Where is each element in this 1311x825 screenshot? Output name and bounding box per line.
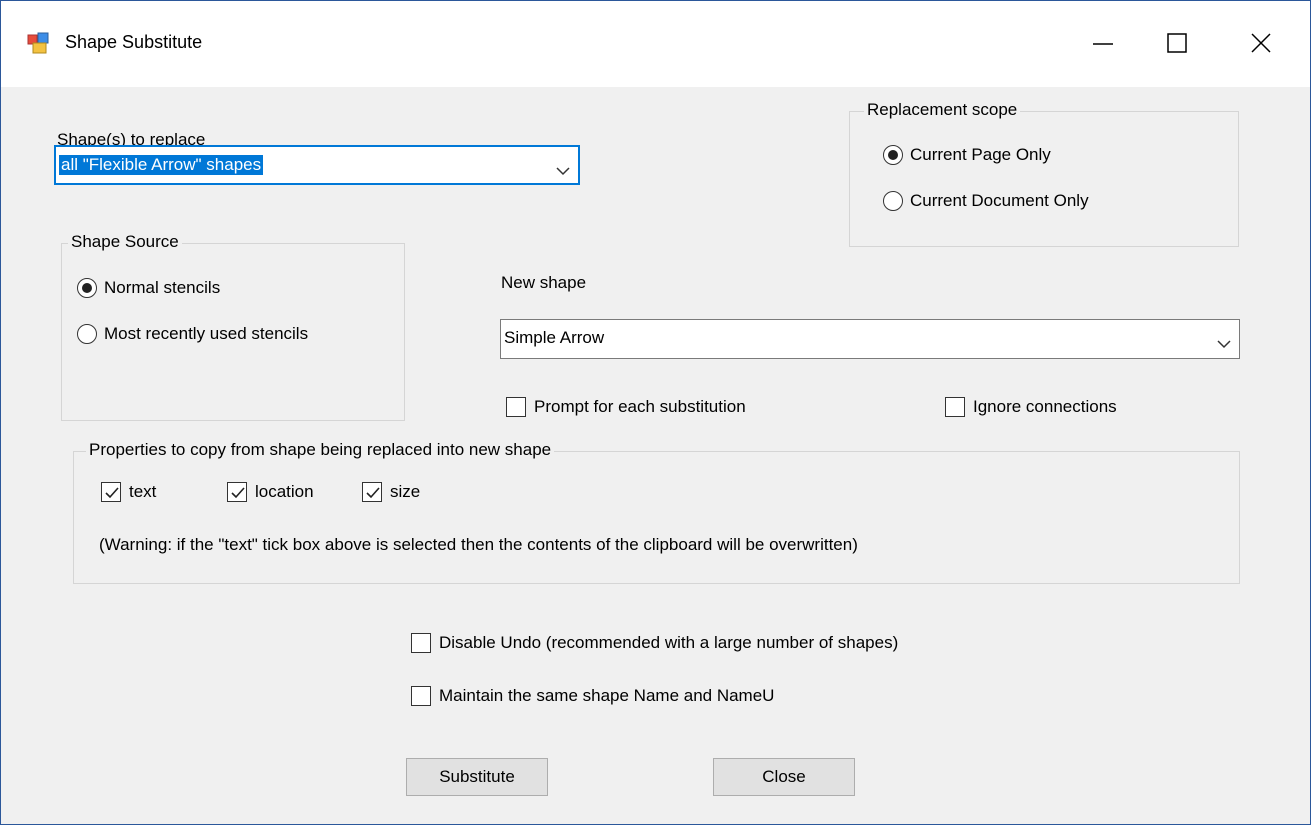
minimize-button[interactable] [1083,23,1123,63]
radio-indicator[interactable] [883,145,903,165]
new-shape-label: New shape [501,273,587,292]
radio-current-document-only[interactable]: Current Document Only [883,191,1089,211]
checkbox-box[interactable] [227,482,247,502]
radio-label: Normal stencils [104,278,221,297]
radio-indicator[interactable] [77,324,97,344]
clipboard-warning: (Warning: if the "text" tick box above i… [99,535,858,554]
radio-label: Current Document Only [910,191,1089,210]
radio-normal-stencils[interactable]: Normal stencils [77,278,220,298]
title-bar: Shape Substitute [1,1,1310,87]
close-window-button[interactable] [1241,23,1281,63]
maintain-name-checkbox[interactable]: Maintain the same shape Name and NameU [411,686,774,706]
size-checkbox[interactable]: size [362,482,420,502]
checkbox-label: text [129,482,157,501]
radio-label: Most recently used stencils [104,324,309,343]
radio-most-recently-used-stencils[interactable]: Most recently used stencils [77,324,308,344]
location-checkbox[interactable]: location [227,482,314,502]
checkmark-icon [105,487,119,499]
radio-indicator[interactable] [883,191,903,211]
chevron-down-icon[interactable] [1217,334,1231,354]
checkbox-label: Maintain the same shape Name and NameU [439,686,775,705]
checkbox-box[interactable] [411,686,431,706]
prompt-each-substitution-checkbox[interactable]: Prompt for each substitution [506,397,746,417]
checkmark-icon [231,487,245,499]
checkmark-icon [366,487,380,499]
checkbox-box[interactable] [411,633,431,653]
window-title: Shape Substitute [65,32,203,52]
radio-current-page-only[interactable]: Current Page Only [883,145,1051,165]
checkbox-label: Prompt for each substitution [534,397,746,416]
shape-source-legend: Shape Source [68,232,182,252]
properties-legend: Properties to copy from shape being repl… [86,440,555,460]
checkbox-label: Ignore connections [973,397,1117,416]
new-shape-value: Simple Arrow [504,328,605,347]
checkbox-label: size [390,482,421,501]
app-icon [27,32,49,54]
radio-indicator[interactable] [77,278,97,298]
checkbox-label: location [255,482,314,501]
replacement-scope-group: Replacement scope [849,100,1239,247]
disable-undo-checkbox[interactable]: Disable Undo (recommended with a large n… [411,633,898,653]
shapes-to-replace-value: all "Flexible Arrow" shapes [59,155,264,175]
new-shape-combo[interactable]: Simple Arrow [500,319,1240,359]
checkbox-label: Disable Undo (recommended with a large n… [439,633,899,652]
checkbox-box[interactable] [101,482,121,502]
text-checkbox[interactable]: text [101,482,156,502]
close-button[interactable]: Close [713,758,855,796]
maximize-button[interactable] [1157,23,1197,63]
checkbox-box[interactable] [506,397,526,417]
radio-label: Current Page Only [910,145,1051,164]
chevron-down-icon[interactable] [556,161,570,181]
checkbox-box[interactable] [945,397,965,417]
shapes-to-replace-combo[interactable]: all "Flexible Arrow" shapes [54,145,580,185]
properties-group: Properties to copy from shape being repl… [73,440,1240,584]
ignore-connections-checkbox[interactable]: Ignore connections [945,397,1117,417]
replacement-scope-legend: Replacement scope [864,100,1021,120]
checkbox-box[interactable] [362,482,382,502]
substitute-button[interactable]: Substitute [406,758,548,796]
shape-substitute-dialog: Shape Substitute Shape(s) to replace all… [0,0,1311,825]
